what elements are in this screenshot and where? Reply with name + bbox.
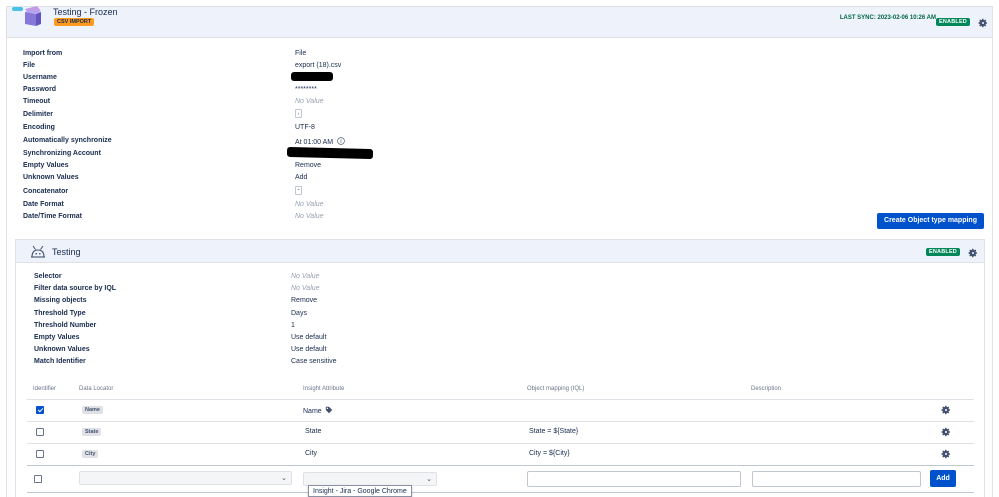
chevron-down-icon: ⌄ (426, 476, 432, 483)
description-input[interactable] (752, 471, 921, 487)
insight-attribute-name: State (305, 428, 322, 435)
row-settings-gear-icon[interactable] (941, 449, 951, 459)
row-settings-gear-icon[interactable] (941, 427, 951, 437)
row-divider (27, 421, 974, 422)
object-mapping-input[interactable] (527, 471, 741, 487)
prop-label-username: Username (23, 74, 57, 81)
prop-label-auto-sync: Automatically synchronize (23, 137, 112, 144)
identifier-checkbox[interactable] (36, 406, 44, 414)
prop-label-timeout: Timeout (23, 98, 51, 105)
new-identifier-checkbox[interactable] (34, 475, 42, 483)
column-header-insight-attribute: Insight Attribute (303, 386, 345, 392)
info-icon[interactable] (337, 137, 345, 145)
prop-label-encoding: Encoding (23, 124, 55, 131)
prop-label-concatenator: Concatenator (23, 188, 69, 195)
object-mapping-iql: City = ${City} (529, 450, 570, 457)
chevron-down-icon: ⌄ (281, 475, 287, 482)
prop-label-empty-values: Empty Values (23, 162, 69, 169)
create-object-type-mapping-button[interactable]: Create Object type mapping (877, 213, 984, 229)
import-type-badge: CSV IMPORT (54, 18, 95, 26)
prop-value-datetime-format: No Value (295, 213, 324, 220)
column-header-data-locator: Data Locator (79, 386, 114, 392)
prop-value-delimiter: , (295, 109, 302, 118)
ot-value-threshold-type: Days (291, 310, 307, 317)
ot-value-missing-objects: Remove (291, 297, 318, 304)
last-sync-text: LAST SYNC: 2023-02-06 10:26 AM (839, 15, 936, 21)
ot-label-match-identifier: Match Identifier (34, 358, 86, 365)
add-button[interactable]: Add (930, 470, 956, 487)
prop-label-file: File (23, 62, 36, 69)
insight-attribute-name: City (305, 450, 318, 457)
prop-value-password: ******** (295, 86, 317, 93)
username-redaction (291, 72, 333, 81)
table-bottom-border (27, 492, 974, 493)
prop-label-delimiter: Delimiter (23, 111, 53, 118)
prop-value-file: export (18).csv (295, 62, 342, 69)
window-title-tooltip: Insight - Jira - Google Chrome (308, 485, 412, 497)
identifier-checkbox[interactable] (36, 450, 44, 458)
row-divider (27, 443, 974, 444)
ot-label-missing-objects: Missing objects (34, 297, 87, 304)
label-tag-icon (325, 406, 332, 414)
column-header-object-mapping: Object mapping (IQL) (527, 386, 585, 392)
column-header-identifier: Identifier (33, 386, 57, 392)
ot-value-empty-values: Use default (291, 334, 327, 341)
object-type-status-badge: ENABLED (926, 248, 960, 256)
object-type-header (16, 240, 984, 263)
prop-value-unknown-values: Add (295, 174, 308, 181)
prop-value-date-format: No Value (295, 201, 324, 208)
prop-value-import-from: File (295, 50, 307, 57)
robot-icon (31, 245, 45, 258)
ot-value-threshold-number: 1 (291, 322, 295, 329)
import-header (7, 7, 992, 38)
data-locator-tag: State (82, 428, 102, 436)
ot-label-unknown-values: Unknown Values (34, 346, 90, 353)
ot-label-filter-iql: Filter data source by IQL (34, 285, 117, 292)
ot-value-match-identifier: Case sensitive (291, 358, 337, 365)
import-box-icon (12, 6, 41, 26)
import-settings-gear-icon[interactable] (978, 18, 988, 28)
ot-value-filter-iql: No Value (291, 285, 320, 292)
data-locator-tag: City (82, 450, 99, 458)
row-settings-gear-icon[interactable] (941, 405, 951, 415)
ot-value-unknown-values: Use default (291, 346, 327, 353)
prop-label-import-from: Import from (23, 50, 63, 57)
row-divider (27, 465, 974, 466)
column-header-description: Description (751, 386, 782, 392)
prop-label-password: Password (23, 86, 57, 93)
object-type-title: Testing (52, 247, 81, 257)
import-status-badge: ENABLED (936, 18, 970, 26)
ot-label-selector: Selector (34, 273, 62, 280)
object-type-settings-gear-icon[interactable] (968, 248, 978, 258)
prop-label-unknown-values: Unknown Values (23, 174, 79, 181)
import-title: Testing - Frozen (53, 7, 118, 17)
prop-label-date-format: Date Format (23, 201, 64, 208)
prop-value-concatenator: - (295, 186, 302, 195)
data-locator-select[interactable]: ⌄ (79, 471, 292, 485)
identifier-checkbox[interactable] (36, 428, 44, 436)
data-locator-tag: Name (82, 406, 103, 414)
insight-attribute-name: Name (303, 408, 322, 415)
ot-label-empty-values: Empty Values (34, 334, 80, 341)
ot-value-selector: No Value (291, 273, 320, 280)
prop-value-encoding: UTF-8 (295, 124, 315, 131)
prop-value-empty-values: Remove (295, 162, 322, 169)
prop-label-sync-account: Synchronizing Account (23, 150, 101, 157)
object-type-panel (15, 239, 985, 497)
ot-label-threshold-number: Threshold Number (34, 322, 97, 329)
ot-label-threshold-type: Threshold Type (34, 310, 86, 317)
header-divider (27, 399, 974, 400)
object-mapping-iql: State = ${State} (529, 428, 579, 435)
prop-value-auto-sync: At 01:00 AM (295, 139, 334, 146)
insight-attribute-select[interactable]: ⌄ (303, 472, 437, 486)
prop-label-datetime-format: Date/Time Format (23, 213, 82, 220)
prop-value-timeout: No Value (295, 98, 324, 105)
